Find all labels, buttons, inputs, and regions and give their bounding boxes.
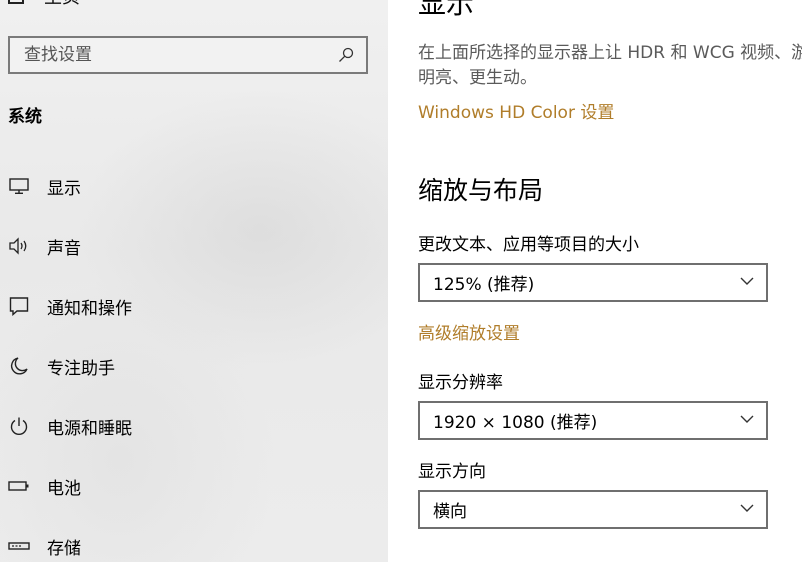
search-box[interactable]: [8, 36, 368, 74]
scale-label: 更改文本、应用等项目的大小: [418, 235, 639, 255]
sidebar-item-storage[interactable]: 存储: [0, 524, 388, 562]
resolution-label: 显示分辨率: [418, 373, 503, 393]
hdr-description-line2: 明亮、更生动。: [418, 68, 537, 88]
sidebar-item-home-label: 主页: [44, 0, 80, 9]
home-icon: [8, 0, 24, 4]
speaker-icon: [8, 235, 30, 257]
chevron-down-icon: [740, 415, 754, 423]
sidebar-item-sound[interactable]: 声音: [0, 224, 388, 268]
sidebar-item-focus-assist[interactable]: 专注助手: [0, 344, 388, 388]
sidebar-item-label: 通知和操作: [47, 298, 132, 319]
battery-icon: [8, 475, 30, 497]
sidebar-item-power-sleep[interactable]: 电源和睡眠: [0, 404, 388, 448]
resolution-dropdown[interactable]: 1920 × 1080 (推荐): [418, 401, 768, 440]
power-icon: [8, 415, 30, 437]
resolution-dropdown-value: 1920 × 1080 (推荐): [433, 413, 598, 433]
hdr-description: 在上面所选择的显示器上让 HDR 和 WCG 视频、游 明亮、更生动。: [418, 41, 802, 91]
storage-icon: [8, 535, 30, 557]
settings-window: 主页 系统 显示: [0, 0, 802, 562]
sidebar-item-display[interactable]: 显示: [0, 164, 388, 208]
monitor-icon: [8, 175, 30, 197]
sidebar-item-notifications[interactable]: 通知和操作: [0, 284, 388, 328]
sidebar-item-home[interactable]: 主页: [8, 0, 80, 9]
sidebar-item-battery[interactable]: 电池: [0, 464, 388, 508]
chevron-down-icon: [740, 504, 754, 512]
section-title-system: 系统: [8, 107, 42, 127]
orientation-dropdown[interactable]: 横向: [418, 490, 768, 529]
scale-dropdown[interactable]: 125% (推荐): [418, 263, 768, 302]
sidebar-item-label: 电源和睡眠: [47, 418, 132, 439]
moon-icon: [8, 355, 30, 377]
sidebar-item-label: 显示: [47, 178, 81, 199]
sidebar-item-label: 声音: [47, 238, 81, 259]
search-icon[interactable]: [338, 47, 354, 63]
page-title: 显示: [418, 0, 475, 20]
sidebar: 主页 系统 显示: [0, 0, 388, 562]
notification-icon: [8, 295, 30, 317]
hdr-description-line1: 在上面所选择的显示器上让 HDR 和 WCG 视频、游: [418, 43, 802, 63]
scale-layout-heading: 缩放与布局: [418, 176, 544, 205]
orientation-label: 显示方向: [418, 462, 486, 482]
scale-dropdown-value: 125% (推荐): [433, 275, 535, 295]
sidebar-item-label: 专注助手: [47, 358, 115, 379]
orientation-dropdown-value: 横向: [433, 502, 467, 522]
sidebar-item-label: 电池: [47, 478, 81, 499]
advanced-scaling-link[interactable]: 高级缩放设置: [418, 319, 520, 344]
chevron-down-icon: [740, 277, 754, 285]
hdr-color-settings-link[interactable]: Windows HD Color 设置: [418, 98, 614, 123]
sidebar-item-label: 存储: [47, 538, 81, 559]
search-input[interactable]: [24, 45, 338, 65]
content-pane: 显示 在上面所选择的显示器上让 HDR 和 WCG 视频、游 明亮、更生动。 W…: [388, 0, 802, 562]
